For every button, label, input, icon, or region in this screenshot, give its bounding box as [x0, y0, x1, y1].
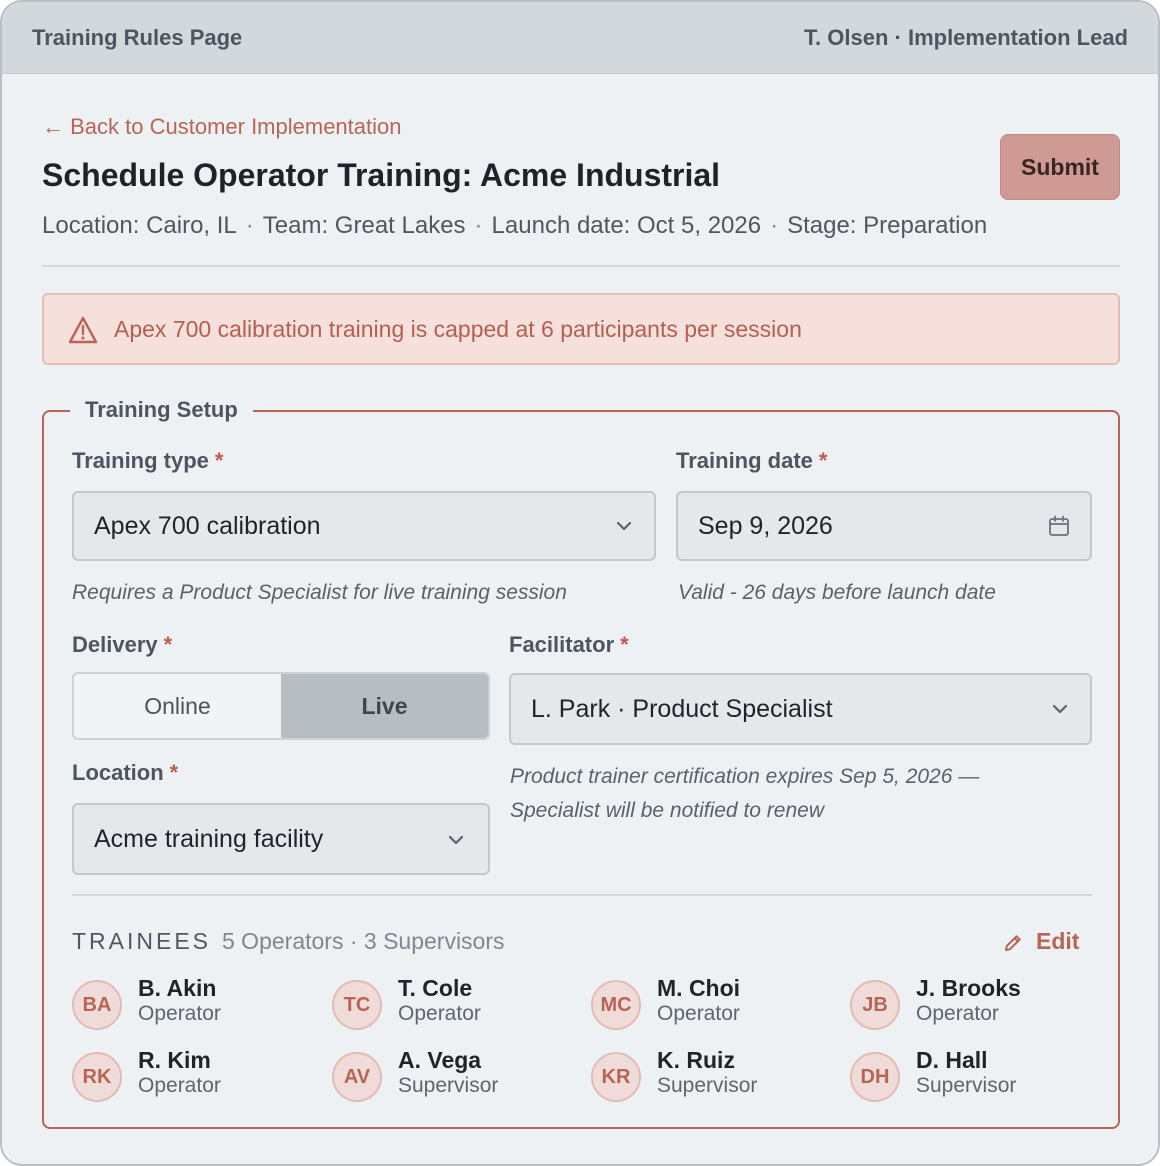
current-user: T. Olsen · Implementation Lead — [804, 25, 1128, 50]
facilitator-select[interactable]: L. Park · Product Specialist — [509, 673, 1092, 745]
trainee-role: Supervisor — [398, 1074, 499, 1097]
facilitator-value: L. Park · Product Specialist — [531, 695, 833, 723]
trainee-role: Operator — [138, 1074, 221, 1097]
calendar-icon[interactable] — [1048, 515, 1070, 537]
chevron-down-icon — [1052, 704, 1068, 714]
avatar: DH — [850, 1052, 900, 1102]
submit-button[interactable]: Submit — [1000, 134, 1120, 200]
trainee-name: M. Choi — [657, 975, 741, 1001]
chevron-down-icon — [448, 835, 464, 845]
warning-icon — [68, 316, 98, 344]
meta-separator: · — [474, 212, 483, 239]
delivery-option-online[interactable]: Online — [74, 674, 281, 738]
trainee-card: RK R. Kim Operator — [72, 1047, 312, 1106]
training-type-label-text: Training type — [72, 448, 209, 473]
location-label-text: Location — [72, 760, 164, 785]
required-mark: * — [169, 760, 179, 785]
delivery-toggle: Online Live — [72, 672, 490, 740]
training-date-value: Sep 9, 2026 — [698, 512, 833, 540]
header-divider — [42, 265, 1120, 267]
trainees-divider — [72, 894, 1092, 896]
trainee-role: Supervisor — [916, 1074, 1017, 1097]
avatar: BA — [72, 980, 122, 1030]
trainee-card: MC M. Choi Operator — [591, 975, 831, 1034]
trainee-name: D. Hall — [916, 1047, 988, 1073]
delivery-label-text: Delivery — [72, 632, 158, 657]
avatar: RK — [72, 1052, 122, 1102]
page-meta: Location: Cairo, IL · Team: Great Lakes · La… — [42, 212, 987, 240]
facilitator-label-text: Facilitator — [509, 632, 615, 657]
meta-launch-date: Launch date: Oct 5, 2026 — [491, 212, 762, 239]
meta-separator: · — [770, 212, 779, 239]
avatar: JB — [850, 980, 900, 1030]
title-bar: Training Rules Page T. Olsen · Implement… — [2, 2, 1158, 74]
trainee-name: R. Kim — [138, 1047, 211, 1073]
trainee-name: B. Akin — [138, 975, 217, 1001]
facilitator-hint: Product trainer certification expires Se… — [510, 760, 979, 828]
trainee-role: Operator — [657, 1002, 740, 1025]
page-title: Schedule Operator Training: Acme Industr… — [42, 157, 721, 193]
trainee-name: K. Ruiz — [657, 1047, 735, 1073]
trainees-summary: 5 Operators · 3 Supervisors — [222, 928, 505, 954]
facilitator-hint-line-2: Specialist will be notified to renew — [510, 799, 824, 822]
back-link[interactable]: ← Back to Customer Implementation — [42, 114, 401, 140]
required-mark: * — [163, 632, 173, 657]
trainee-name: J. Brooks — [916, 975, 1021, 1001]
training-date-hint: Valid - 26 days before launch date — [678, 581, 996, 604]
delivery-label: Delivery * — [72, 632, 172, 658]
meta-stage: Stage: Preparation — [787, 212, 988, 239]
avatar: MC — [591, 980, 641, 1030]
pencil-icon — [1005, 935, 1021, 951]
trainee-role: Operator — [138, 1002, 221, 1025]
avatar: KR — [591, 1052, 641, 1102]
trainee-card: BA B. Akin Operator — [72, 975, 312, 1034]
edit-label: Edit — [1036, 928, 1080, 954]
meta-location: Location: Cairo, IL — [42, 212, 237, 239]
trainee-name: T. Cole — [398, 975, 473, 1001]
training-type-select[interactable]: Apex 700 calibration — [72, 491, 656, 561]
facilitator-hint-line-1: Product trainer certification expires Se… — [510, 765, 980, 788]
trainee-card: JB J. Brooks Operator — [850, 975, 1090, 1034]
trainee-role: Operator — [398, 1002, 481, 1025]
facilitator-label: Facilitator * — [509, 632, 629, 658]
training-type-hint: Requires a Product Specialist for live t… — [72, 581, 567, 604]
app-title: Training Rules Page — [32, 25, 243, 50]
avatar: TC — [332, 980, 382, 1030]
panel-legend: Training Setup — [70, 397, 253, 423]
training-type-label: Training type * — [72, 448, 223, 474]
delivery-option-live[interactable]: Live — [281, 674, 488, 738]
trainee-card: DH D. Hall Supervisor — [850, 1047, 1090, 1106]
required-mark: * — [818, 448, 828, 473]
required-mark: * — [620, 632, 629, 657]
trainee-card: KR K. Ruiz Supervisor — [591, 1047, 831, 1106]
training-date-label-text: Training date — [676, 448, 813, 473]
training-setup-panel: Training Setup Training type * Apex 700 c… — [42, 397, 1120, 1129]
meta-team: Team: Great Lakes — [262, 212, 466, 239]
avatar: AV — [332, 1052, 382, 1102]
alert-text: Apex 700 calibration training is capped … — [114, 316, 802, 342]
location-label: Location * — [72, 760, 178, 786]
app-window: Training Rules Page T. Olsen · Implement… — [0, 0, 1160, 1166]
required-mark: * — [214, 448, 224, 473]
trainee-role: Supervisor — [657, 1074, 758, 1097]
location-value: Acme training facility — [94, 825, 324, 853]
trainee-card: TC T. Cole Operator — [332, 975, 572, 1034]
trainees-heading: TRAINEES — [72, 928, 212, 954]
training-type-value: Apex 700 calibration — [94, 512, 321, 540]
training-date-label: Training date * — [676, 448, 827, 474]
meta-separator: · — [245, 212, 254, 239]
location-select[interactable]: Acme training facility — [72, 803, 490, 875]
training-date-input[interactable]: Sep 9, 2026 — [676, 491, 1092, 561]
chevron-down-icon — [616, 521, 632, 531]
trainee-card: AV A. Vega Supervisor — [332, 1047, 572, 1106]
capacity-alert: Apex 700 calibration training is capped … — [42, 293, 1120, 365]
trainee-name: A. Vega — [398, 1047, 482, 1073]
trainee-role: Operator — [916, 1002, 999, 1025]
